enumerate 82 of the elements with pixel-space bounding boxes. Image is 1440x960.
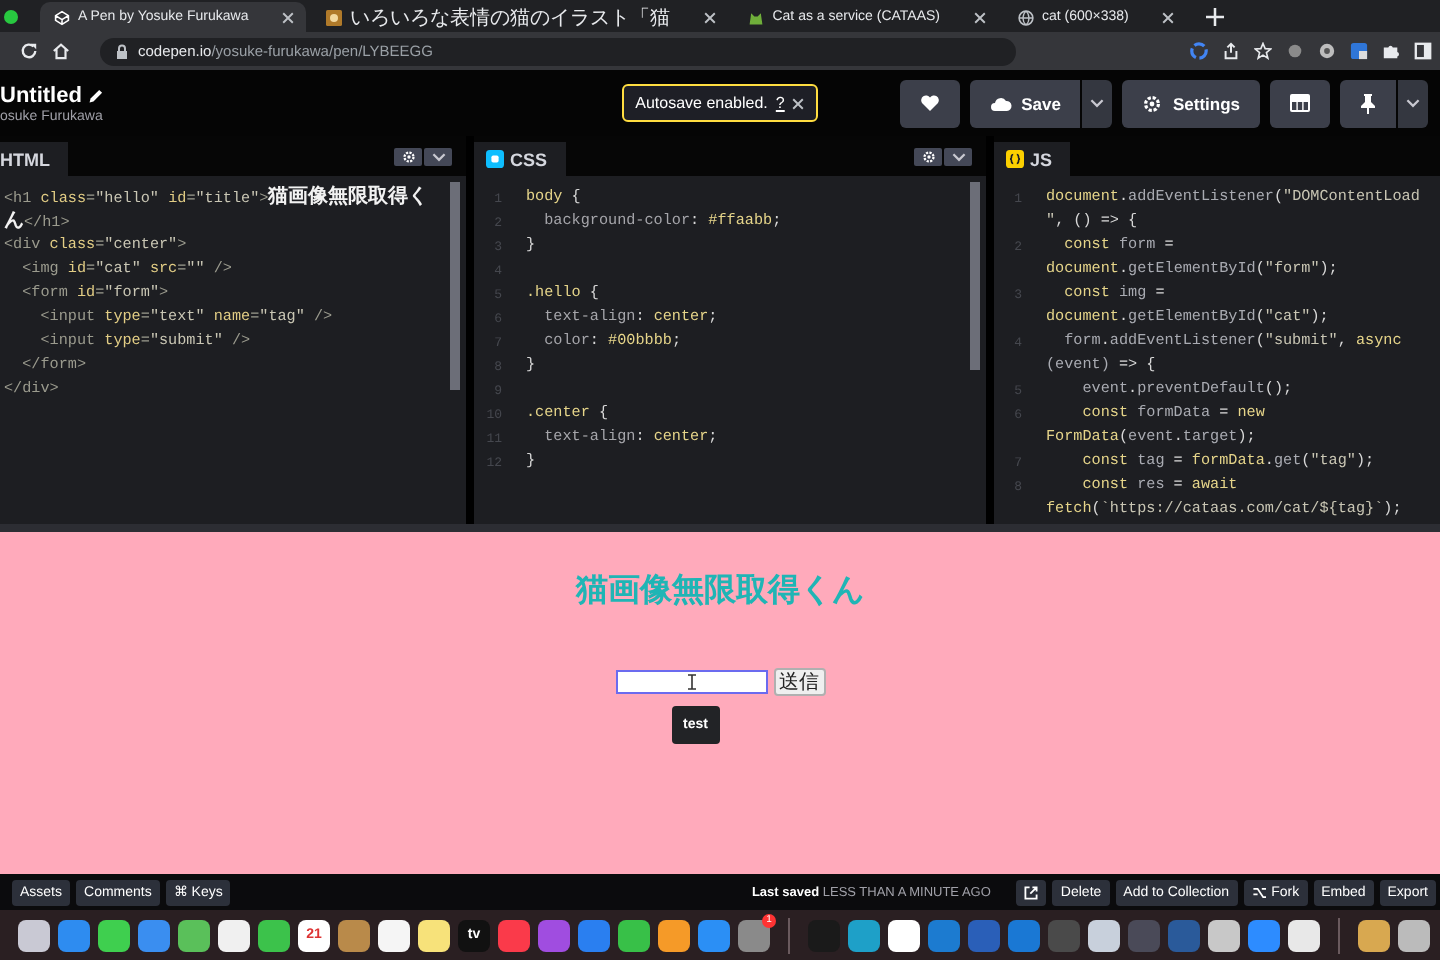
app-icon[interactable] [418,919,450,951]
app-icon[interactable] [378,919,410,951]
home-icon [52,42,70,60]
app-icon[interactable] [98,919,130,951]
app-icon[interactable] [218,919,250,951]
sidebar-icon [1414,42,1432,60]
app-icon[interactable] [618,919,650,951]
gear-icon [921,149,935,163]
picture-icon [326,9,343,25]
puzzle-icon [1382,42,1400,60]
autosave-notice: Autosave enabled. ? [621,84,819,122]
like-button[interactable] [899,79,960,127]
editor-tab[interactable]: CSS [474,142,566,176]
layout-button[interactable] [1270,79,1330,127]
caret-icon [951,151,965,161]
new-tab-button[interactable] [1204,5,1227,27]
help-link[interactable]: ? [775,94,785,112]
settings-button[interactable] [914,147,942,165]
collapse-button[interactable] [424,147,452,165]
close-icon [282,11,295,23]
window-control-icon[interactable] [4,9,18,23]
scrollbar-thumb[interactable] [450,182,460,390]
file-type-icon [486,150,504,168]
resize-handle[interactable] [0,524,1440,532]
star-icon [1254,42,1272,60]
layout-icon [1290,94,1310,112]
caret-icon [431,151,445,161]
pin-button[interactable] [1340,79,1396,127]
app-icon[interactable] [258,919,290,951]
caret-icon [1406,98,1420,108]
app-icon[interactable] [1208,919,1240,951]
text-field[interactable] [615,670,767,694]
scrollbar-thumb[interactable] [970,182,980,370]
lock-icon [116,43,128,59]
fork-icon [1251,885,1266,899]
app-icon[interactable] [1398,919,1430,951]
cat-icon [748,9,765,25]
close-icon [974,11,986,23]
pen-title[interactable]: Untitled [0,83,82,107]
settings-button[interactable] [394,147,422,165]
app-icon[interactable] [658,919,690,951]
pin-menu-button[interactable] [1398,79,1428,127]
close-button[interactable] [792,97,805,109]
external-link-icon [1024,885,1039,899]
editor-tab[interactable]: HTML [0,142,68,176]
app-icon[interactable] [1288,919,1320,951]
file-type-icon [1006,150,1024,168]
app-icon[interactable] [1088,919,1120,951]
globe-icon [1018,9,1034,25]
close-button[interactable] [702,9,719,25]
close-button[interactable] [280,9,297,25]
app-icon[interactable] [1358,919,1390,951]
close-icon [704,11,717,23]
collapse-button[interactable] [944,147,972,165]
app-icon[interactable] [888,919,920,951]
share-icon [1222,42,1240,60]
pin-icon [1360,93,1376,113]
save-button[interactable]: Save [969,79,1081,127]
app-icon[interactable] [18,919,50,951]
close-icon [792,97,805,109]
gear-icon [1142,93,1163,113]
app-icon[interactable] [178,919,210,951]
pencil-icon [87,87,104,103]
open-external-button[interactable] [1016,879,1047,905]
extension-icon [1350,42,1368,60]
close-button[interactable] [972,9,988,25]
caret-icon [1090,98,1105,108]
plus-icon [1206,7,1225,25]
browser-tab[interactable]: いろいろな表情の猫のイラスト「猫 [312,2,729,32]
reload-icon [20,42,38,60]
close-icon [1162,11,1175,23]
heart-icon [919,94,940,112]
cube-icon [54,9,70,25]
submit-button[interactable]: 送信 [773,668,825,696]
gear-icon [401,149,415,163]
settings-button[interactable]: Settings [1122,79,1260,127]
page-heading: 猫画像無限取得くん [576,570,864,612]
close-button[interactable] [1160,9,1177,25]
cloud-icon [989,95,1012,111]
text-cursor-icon [687,674,695,690]
save-menu-button[interactable] [1082,79,1113,127]
editor-tab[interactable]: JS [994,142,1071,176]
